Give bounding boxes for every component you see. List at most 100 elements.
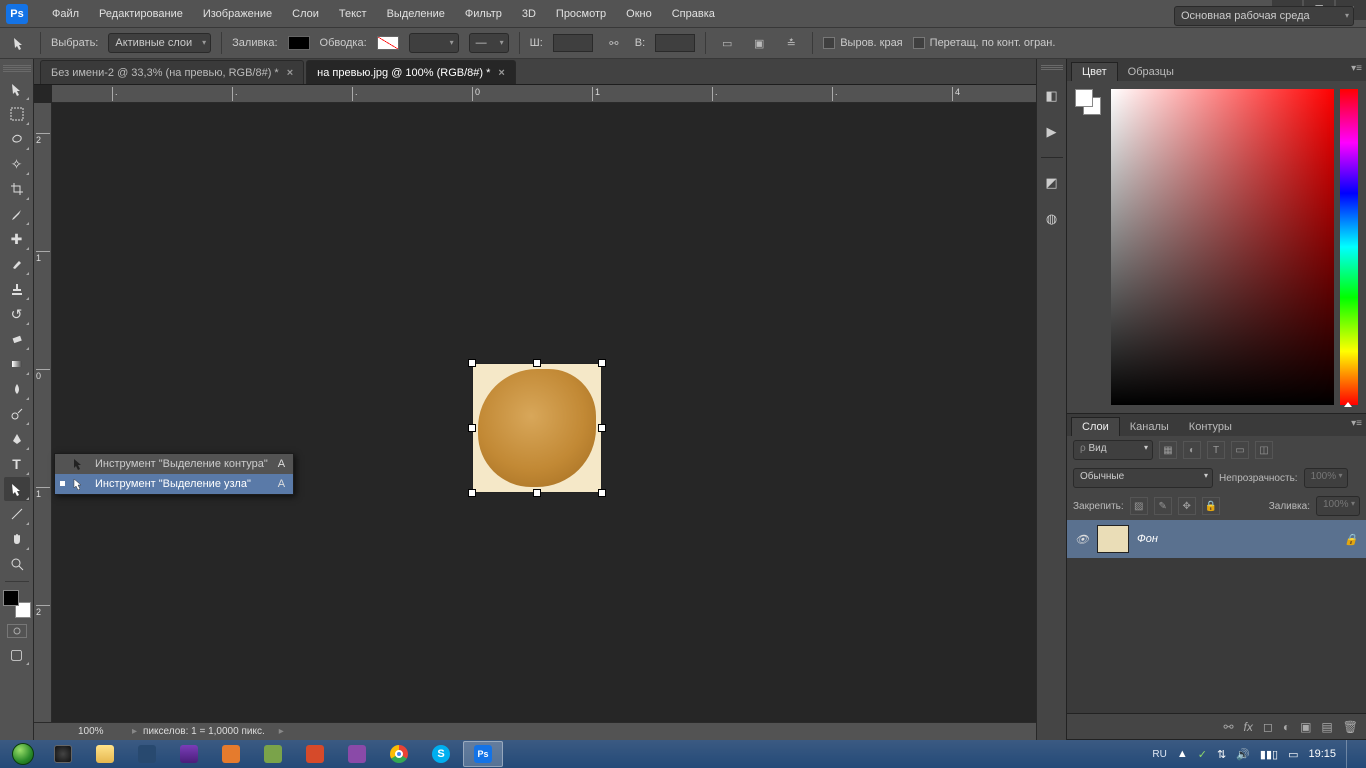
tray-flag-icon[interactable]: ▲ xyxy=(1177,748,1188,760)
move-tool[interactable] xyxy=(4,77,30,101)
mask-icon[interactable]: ◻ xyxy=(1263,720,1273,734)
stroke-width-dropdown[interactable] xyxy=(409,33,459,53)
filter-pixel-icon[interactable]: ▦ xyxy=(1159,441,1177,459)
gradient-tool[interactable] xyxy=(4,352,30,376)
lock-all-icon[interactable]: 🔒 xyxy=(1202,497,1220,515)
path-ops-2-icon[interactable]: ▣ xyxy=(748,32,770,54)
taskbar-app-4[interactable] xyxy=(169,741,209,767)
type-tool[interactable]: T xyxy=(4,452,30,476)
tool-preset-icon[interactable] xyxy=(8,32,30,54)
layer-name[interactable]: Фон xyxy=(1137,533,1158,545)
tray-network-icon[interactable]: ⇅ xyxy=(1217,748,1226,761)
menu-text[interactable]: Текст xyxy=(329,0,377,27)
lock-brush-icon[interactable]: ✎ xyxy=(1154,497,1172,515)
tray-volume-icon[interactable]: 🔊 xyxy=(1236,748,1250,761)
tab-preview-jpg[interactable]: на превью.jpg @ 100% (RGB/8#) *× xyxy=(306,60,516,84)
hand-tool[interactable] xyxy=(4,527,30,551)
fill-input[interactable]: 100% xyxy=(1316,496,1360,516)
marquee-tool[interactable] xyxy=(4,102,30,126)
zoom-tool[interactable] xyxy=(4,552,30,576)
eraser-tool[interactable] xyxy=(4,327,30,351)
color-field[interactable] xyxy=(1111,89,1334,405)
layer-thumb[interactable] xyxy=(1097,525,1129,553)
taskbar-app-5[interactable] xyxy=(211,741,251,767)
lock-pixels-icon[interactable]: ▨ xyxy=(1130,497,1148,515)
transform-handle[interactable] xyxy=(533,489,541,497)
menu-image[interactable]: Изображение xyxy=(193,0,282,27)
opacity-input[interactable]: 100% xyxy=(1304,468,1348,488)
adjustment-layer-icon[interactable]: ◐ xyxy=(1283,720,1290,734)
new-layer-icon[interactable]: ▤ xyxy=(1321,720,1332,734)
heal-tool[interactable]: ✚ xyxy=(4,227,30,251)
history-brush-tool[interactable]: ↺ xyxy=(4,302,30,326)
path-selection-tool[interactable] xyxy=(4,477,30,501)
actions-icon[interactable]: ▶ xyxy=(1041,121,1063,143)
adjustments-icon[interactable]: ◍ xyxy=(1041,208,1063,230)
visibility-icon[interactable]: 👁 xyxy=(1075,533,1089,546)
tray-sync-icon[interactable]: ✓ xyxy=(1198,748,1207,761)
filter-smart-icon[interactable]: ◫ xyxy=(1255,441,1273,459)
start-button[interactable] xyxy=(4,740,42,768)
hue-slider[interactable] xyxy=(1340,89,1358,405)
path-ops-1-icon[interactable]: ▭ xyxy=(716,32,738,54)
pen-tool[interactable] xyxy=(4,427,30,451)
align-edges-checkbox[interactable]: Выров. края xyxy=(823,37,902,49)
filter-type-icon[interactable]: T xyxy=(1207,441,1225,459)
taskbar-explorer[interactable] xyxy=(85,741,125,767)
tab-color[interactable]: Цвет xyxy=(1071,62,1118,81)
zoom-value[interactable]: 100% xyxy=(78,726,126,737)
lock-move-icon[interactable]: ✥ xyxy=(1178,497,1196,515)
menu-edit[interactable]: Редактирование xyxy=(89,0,193,27)
ruler-vertical[interactable]: 2 1 0 1 2 3 xyxy=(34,103,52,722)
panel-menu-icon[interactable]: ▾≡ xyxy=(1351,63,1362,74)
eyedropper-tool[interactable] xyxy=(4,202,30,226)
brush-tool[interactable] xyxy=(4,252,30,276)
tab-layers[interactable]: Слои xyxy=(1071,417,1120,436)
tray-lang[interactable]: RU xyxy=(1152,749,1166,760)
show-desktop-button[interactable] xyxy=(1346,740,1356,768)
layer-filter-kind[interactable]: ρ Вид xyxy=(1073,440,1153,460)
delete-layer-icon[interactable]: 🗑 xyxy=(1343,720,1358,734)
stamp-tool[interactable] xyxy=(4,277,30,301)
menu-view[interactable]: Просмотр xyxy=(546,0,616,27)
menu-layers[interactable]: Слои xyxy=(282,0,329,27)
taskbar-app-1[interactable] xyxy=(43,741,83,767)
workspace-dropdown[interactable]: Основная рабочая среда xyxy=(1174,6,1354,26)
transform-handle[interactable] xyxy=(468,424,476,432)
screenmode-toggle[interactable]: ▢ xyxy=(4,642,30,666)
menu-3d[interactable]: 3D xyxy=(512,0,546,27)
tab-untitled-2[interactable]: Без имени-2 @ 33,3% (на превью, RGB/8#) … xyxy=(40,60,304,84)
transform-handle[interactable] xyxy=(598,424,606,432)
canvas[interactable] xyxy=(52,103,1036,722)
menu-filter[interactable]: Фильтр xyxy=(455,0,512,27)
history-icon[interactable]: ◧ xyxy=(1041,85,1063,107)
tab-paths[interactable]: Контуры xyxy=(1179,418,1242,436)
close-icon[interactable]: × xyxy=(498,67,504,79)
taskbar-skype[interactable]: S xyxy=(421,741,461,767)
fg-bg-swatches[interactable] xyxy=(3,590,31,618)
menu-window[interactable]: Окно xyxy=(616,0,662,27)
link-wh-icon[interactable]: ⚯ xyxy=(603,32,625,54)
flyout-direct-selection[interactable]: Инструмент "Выделение узла" A xyxy=(55,474,293,494)
fx-icon[interactable]: fx xyxy=(1244,720,1253,734)
path-align-icon[interactable]: ≛ xyxy=(780,32,802,54)
line-tool[interactable] xyxy=(4,502,30,526)
menu-select[interactable]: Выделение xyxy=(377,0,455,27)
tray-battery-icon[interactable]: ▭ xyxy=(1288,748,1298,761)
tab-swatches[interactable]: Образцы xyxy=(1118,63,1184,81)
tray-clock[interactable]: 19:15 xyxy=(1308,748,1336,760)
wand-tool[interactable]: ✧ xyxy=(4,152,30,176)
blur-tool[interactable] xyxy=(4,377,30,401)
crop-tool[interactable] xyxy=(4,177,30,201)
close-icon[interactable]: × xyxy=(287,67,293,79)
drag-constrain-checkbox[interactable]: Перетащ. по конт. огран. xyxy=(913,37,1056,49)
taskbar-app-6[interactable] xyxy=(253,741,293,767)
height-input[interactable] xyxy=(655,34,695,52)
taskbar-photoshop[interactable]: Ps xyxy=(463,741,503,767)
filter-shape-icon[interactable]: ▭ xyxy=(1231,441,1249,459)
transform-handle[interactable] xyxy=(468,359,476,367)
layer-row[interactable]: 👁 Фон 🔒 xyxy=(1067,520,1366,558)
flyout-path-selection[interactable]: Инструмент "Выделение контура" A xyxy=(55,454,293,474)
tray-wifi-icon[interactable]: ▮▮▯ xyxy=(1260,748,1278,761)
transform-handle[interactable] xyxy=(598,359,606,367)
